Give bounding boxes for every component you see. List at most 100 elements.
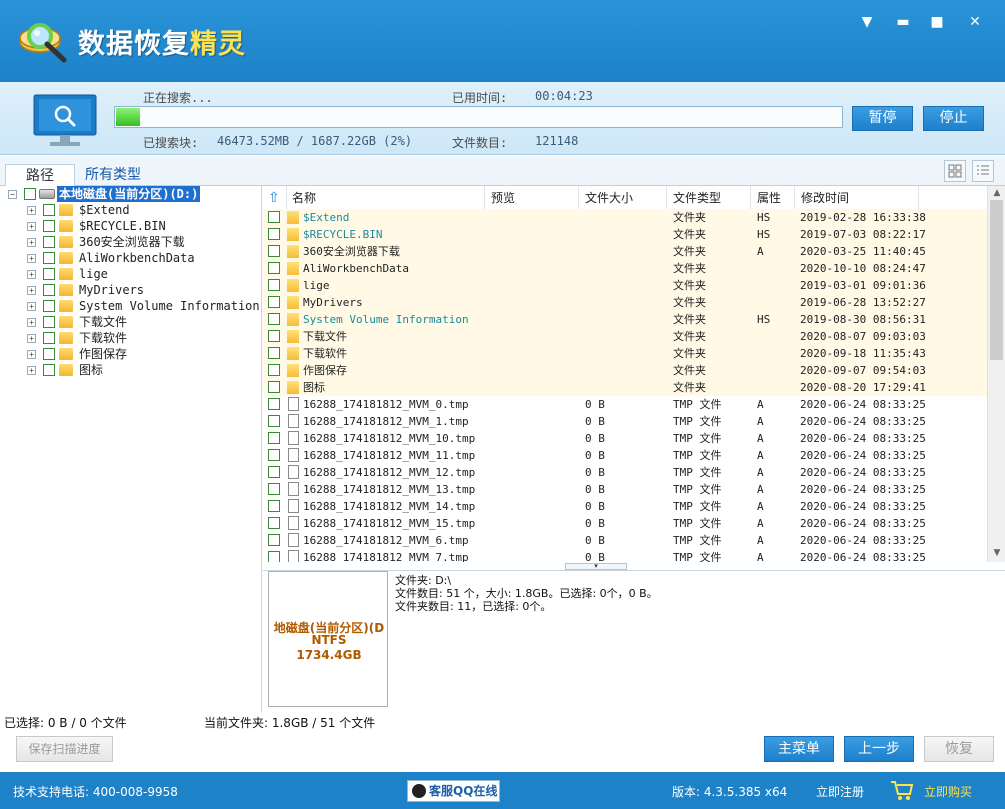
table-row[interactable]: 360安全浏览器下载 文件夹 A 2020-03-25 11:40:45 <box>263 243 987 260</box>
table-row[interactable]: 下载软件 文件夹 2020-09-18 11:35:43 <box>263 345 987 362</box>
checkbox[interactable] <box>24 188 36 200</box>
recover-button[interactable]: 恢复 <box>924 736 994 762</box>
row-checkbox[interactable] <box>268 381 280 393</box>
expand-icon[interactable]: + <box>27 238 36 247</box>
tree-root[interactable]: − 本地磁盘(当前分区)(D:) <box>0 186 262 202</box>
table-row[interactable]: MyDrivers 文件夹 2019-06-28 13:52:27 <box>263 294 987 311</box>
collapse-icon[interactable]: − <box>8 190 17 199</box>
table-row[interactable]: 下载文件 文件夹 2020-08-07 09:03:03 <box>263 328 987 345</box>
table-row[interactable]: 16288_174181812_MVM_13.tmp 0 B TMP 文件 A 2020… <box>263 481 987 498</box>
stop-button[interactable]: 停止 <box>923 106 984 131</box>
row-checkbox[interactable] <box>268 517 280 529</box>
checkbox[interactable] <box>43 332 55 344</box>
scroll-down-arrow-icon[interactable]: ▼ <box>988 546 1005 560</box>
table-row[interactable]: 图标 文件夹 2020-08-20 17:29:41 <box>263 379 987 396</box>
col-preview[interactable]: 预览 <box>485 186 579 210</box>
cart-icon[interactable] <box>890 780 914 802</box>
tree-item[interactable]: + 下载文件 <box>0 314 262 330</box>
tree-item[interactable]: + 下载软件 <box>0 330 262 346</box>
expand-icon[interactable]: + <box>27 206 36 215</box>
table-row[interactable]: 16288_174181812_MVM_15.tmp 0 B TMP 文件 A 2020… <box>263 515 987 532</box>
tree-item[interactable]: +360安全浏览器下载 <box>0 234 262 250</box>
col-mtime[interactable]: 修改时间 <box>795 186 919 210</box>
sort-up-arrow-icon[interactable]: ⇧ <box>263 186 287 210</box>
tab-all-types[interactable]: 所有类型 <box>78 164 148 186</box>
preview-splitter[interactable]: ▾ <box>565 563 627 570</box>
row-checkbox[interactable] <box>268 415 280 427</box>
close-button[interactable]: ✕ <box>965 12 985 32</box>
table-row[interactable]: 16288_174181812_MVM_7.tmp 0 B TMP 文件 A 2020-… <box>263 549 987 562</box>
checkbox[interactable] <box>43 300 55 312</box>
row-checkbox[interactable] <box>268 330 280 342</box>
row-checkbox[interactable] <box>268 500 280 512</box>
table-row[interactable]: System Volume Information 文件夹 HS 2019-08-30… <box>263 311 987 328</box>
expand-icon[interactable]: + <box>27 302 36 311</box>
scroll-up-arrow-icon[interactable]: ▲ <box>988 186 1005 200</box>
row-checkbox[interactable] <box>268 347 280 359</box>
expand-icon[interactable]: + <box>27 270 36 279</box>
tree-item[interactable]: + AliWorkbenchData <box>0 250 262 266</box>
row-checkbox[interactable] <box>268 466 280 478</box>
row-checkbox[interactable] <box>268 432 280 444</box>
row-checkbox[interactable] <box>268 228 280 240</box>
row-checkbox[interactable] <box>268 245 280 257</box>
checkbox[interactable] <box>43 348 55 360</box>
tree-item[interactable]: + MyDrivers <box>0 282 262 298</box>
table-row[interactable]: 16288_174181812_MVM_1.tmp 0 B TMP 文件 A 2020-… <box>263 413 987 430</box>
row-checkbox[interactable] <box>268 449 280 461</box>
maximize-button[interactable]: ■ <box>927 12 947 32</box>
expand-icon[interactable]: + <box>27 366 36 375</box>
table-row[interactable]: 作图保存 文件夹 2020-09-07 09:54:03 <box>263 362 987 379</box>
tree-item[interactable]: + System Volume Information <box>0 298 262 314</box>
expand-icon[interactable]: + <box>27 334 36 343</box>
table-row[interactable]: 16288_174181812_MVM_10.tmp 0 B TMP 文件 A 2020… <box>263 430 987 447</box>
scroll-thumb[interactable] <box>990 200 1003 360</box>
tab-path[interactable]: 路径 <box>5 164 75 186</box>
checkbox[interactable] <box>43 236 55 248</box>
menu-dropdown-icon[interactable]: ▼ <box>857 12 877 32</box>
tree-item[interactable]: + $RECYCLE.BIN <box>0 218 262 234</box>
save-scan-progress-button[interactable]: 保存扫描进度 <box>16 736 113 762</box>
checkbox[interactable] <box>43 284 55 296</box>
row-checkbox[interactable] <box>268 534 280 546</box>
table-row[interactable]: 16288_174181812_MVM_12.tmp 0 B TMP 文件 A 2020… <box>263 464 987 481</box>
checkbox[interactable] <box>43 268 55 280</box>
table-row[interactable]: $RECYCLE.BIN 文件夹 HS 2019-07-03 08:22:17 <box>263 226 987 243</box>
col-name[interactable]: 名称 <box>286 186 485 210</box>
main-menu-button[interactable]: 主菜单 <box>764 736 834 762</box>
row-checkbox[interactable] <box>268 262 280 274</box>
table-row[interactable]: 16288_174181812_MVM_6.tmp 0 B TMP 文件 A 2020-… <box>263 532 987 549</box>
row-checkbox[interactable] <box>268 483 280 495</box>
list-view-icon[interactable] <box>972 160 994 182</box>
minimize-button[interactable]: ▬ <box>893 12 913 32</box>
previous-step-button[interactable]: 上一步 <box>844 736 914 762</box>
table-row[interactable]: AliWorkbenchData 文件夹 2020-10-10 08:24:47 <box>263 260 987 277</box>
expand-icon[interactable]: + <box>27 318 36 327</box>
tree-item[interactable]: + 作图保存 <box>0 346 262 362</box>
tree-item[interactable]: + lige <box>0 266 262 282</box>
tree-item[interactable]: + $Extend <box>0 202 262 218</box>
file-list-scrollbar[interactable]: ▲ ▼ <box>987 186 1005 562</box>
row-checkbox[interactable] <box>268 279 280 291</box>
col-type[interactable]: 文件类型 <box>667 186 751 210</box>
table-row[interactable]: $Extend 文件夹 HS 2019-02-28 16:33:38 <box>263 209 987 226</box>
checkbox[interactable] <box>43 204 55 216</box>
col-size[interactable]: 文件大小 <box>579 186 667 210</box>
tree-item[interactable]: + 图标 <box>0 362 262 378</box>
expand-icon[interactable]: + <box>27 350 36 359</box>
buy-now-link[interactable]: 立即购买 <box>924 783 972 800</box>
col-attr[interactable]: 属性 <box>751 186 795 210</box>
table-row[interactable]: 16288_174181812_MVM_0.tmp 0 B TMP 文件 A 2020-… <box>263 396 987 413</box>
row-checkbox[interactable] <box>268 211 280 223</box>
row-checkbox[interactable] <box>268 296 280 308</box>
expand-icon[interactable]: + <box>27 222 36 231</box>
pause-button[interactable]: 暂停 <box>852 106 913 131</box>
checkbox[interactable] <box>43 220 55 232</box>
register-link[interactable]: 立即注册 <box>816 783 864 800</box>
checkbox[interactable] <box>43 316 55 328</box>
expand-icon[interactable]: + <box>27 254 36 263</box>
row-checkbox[interactable] <box>268 313 280 325</box>
table-row[interactable]: 16288_174181812_MVM_11.tmp 0 B TMP 文件 A 2020… <box>263 447 987 464</box>
checkbox[interactable] <box>43 364 55 376</box>
checkbox[interactable] <box>43 252 55 264</box>
